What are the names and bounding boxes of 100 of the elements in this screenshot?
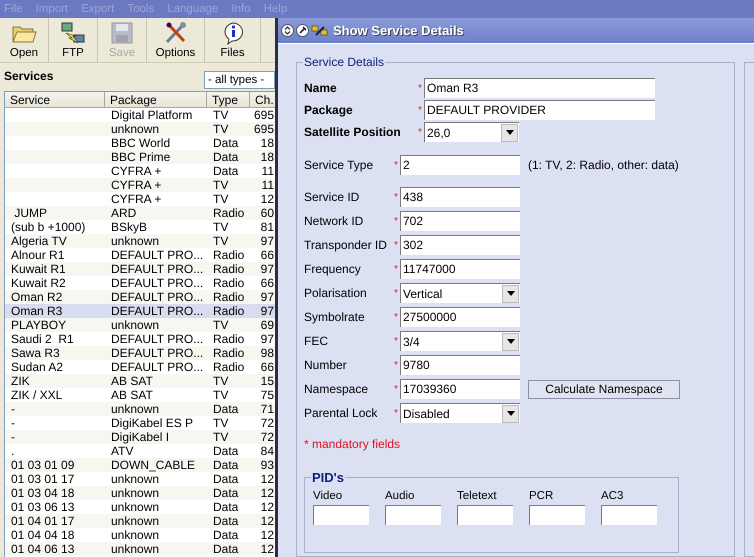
table-cell: 69 (260, 318, 274, 332)
input-field[interactable]: 9780 (400, 355, 520, 375)
table-cell: 18 (260, 136, 274, 150)
table-cell: TV (213, 374, 228, 388)
table-cell: 695 (254, 108, 274, 122)
table-cell: 01 03 04 18 (11, 486, 74, 500)
input-field[interactable] (529, 505, 585, 525)
dialog-title: Show Service Details (333, 23, 464, 38)
table-cell: ZIK (11, 374, 30, 388)
required-mark: * (418, 126, 423, 138)
table-cell: Data (213, 514, 238, 528)
field-label: Package (304, 103, 354, 117)
table-cell: Alnour R1 (11, 248, 64, 262)
table-cell: 60 (260, 206, 274, 220)
required-mark: * (394, 240, 399, 250)
table-cell: unknown (111, 500, 160, 514)
table-cell: Data (213, 500, 238, 514)
input-field[interactable]: Oman R3 (424, 78, 655, 98)
input-field[interactable] (313, 505, 369, 525)
toolbar-button[interactable]: Options (147, 18, 205, 62)
table-cell: Data (213, 150, 238, 164)
required-mark: * (394, 336, 399, 346)
dropdown[interactable]: Disabled (400, 403, 520, 423)
table-cell: 12 (260, 192, 274, 206)
input-field[interactable]: 438 (400, 187, 520, 207)
table-cell: TV (213, 416, 228, 430)
table-cell: 66 (260, 360, 274, 374)
table-cell: DEFAULT PRO... (111, 346, 204, 360)
toolbar-button[interactable]: Files (205, 18, 261, 62)
table-cell: DigiKabel I (111, 430, 170, 444)
table-cell: Radio (213, 276, 244, 290)
table-cell: CYFRA + (111, 178, 162, 192)
input-field[interactable]: 2 (400, 155, 520, 175)
input-field[interactable]: 702 (400, 211, 520, 231)
table-cell: Kuwait R1 (11, 262, 66, 276)
required-mark: * (394, 288, 399, 298)
field-label: Number (304, 358, 348, 372)
table-cell: Data (213, 136, 238, 150)
table-cell: Data (213, 402, 238, 416)
table-cell: 12 (260, 528, 274, 542)
table-cell: Kuwait R2 (11, 276, 66, 290)
input-field[interactable]: DEFAULT PROVIDER (424, 100, 655, 120)
table-cell: AB SAT (111, 388, 153, 402)
collapse-icon[interactable] (281, 24, 294, 37)
table-cell: 12 (260, 500, 274, 514)
table-cell: Radio (213, 290, 244, 304)
toolbar-button[interactable]: Open (0, 18, 49, 62)
required-mark: * (418, 104, 423, 116)
type-filter-dropdown[interactable]: - all types - (204, 71, 275, 89)
table-cell: 11 (262, 178, 274, 192)
toolbar-button[interactable]: FTP (49, 18, 98, 62)
table-cell: 12 (260, 486, 274, 500)
field-label: Frequency (304, 262, 362, 276)
input-field[interactable] (601, 505, 657, 525)
table-cell: 15 (260, 374, 274, 388)
input-field[interactable]: 302 (400, 235, 520, 255)
table-cell: unknown (111, 528, 160, 542)
calculate-button[interactable]: Calculate Namespace (528, 380, 680, 398)
column-header[interactable]: Package (105, 92, 207, 108)
field-label: Symbolrate (304, 310, 366, 324)
field-label: AC3 (601, 490, 624, 502)
required-mark: * (394, 216, 399, 226)
table-cell: Algeria TV (11, 234, 67, 248)
field-label: FEC (304, 334, 329, 348)
table-cell: Data (213, 164, 238, 178)
field-label: Service ID (304, 190, 360, 204)
input-field[interactable] (385, 505, 441, 525)
table-cell: 93 (260, 458, 274, 472)
required-mark: * (418, 82, 423, 94)
table-cell: 98 (260, 346, 274, 360)
input-field[interactable]: 17039360 (400, 379, 520, 399)
required-mark: * (394, 408, 399, 418)
table-cell: 97 (260, 234, 274, 248)
table-cell: unknown (111, 402, 160, 416)
table-cell: TV (213, 234, 228, 248)
required-mark: * (394, 384, 399, 394)
pin-icon[interactable] (296, 24, 309, 37)
table-cell: - (11, 416, 15, 430)
table-cell: Radio (213, 332, 244, 346)
field-label: Service Type (304, 158, 374, 172)
dropdown[interactable]: 26,0 (424, 122, 519, 142)
table-cell: 71 (260, 402, 274, 416)
input-field[interactable]: 27500000 (400, 307, 520, 327)
input-field[interactable] (457, 505, 513, 525)
table-cell: Radio (213, 248, 244, 262)
dropdown[interactable]: Vertical (400, 283, 520, 303)
field-label: Transponder ID (304, 238, 388, 252)
table-cell: Data (213, 458, 238, 472)
table-cell: 01 04 01 17 (11, 514, 74, 528)
table-cell: TV (213, 192, 228, 206)
table-cell: 01 03 01 09 (11, 458, 74, 472)
required-mark: * (394, 312, 399, 322)
column-header[interactable]: Service (5, 92, 105, 108)
table-cell-text: JUMP (13, 206, 47, 220)
table-cell: Data (213, 486, 238, 500)
dropdown[interactable]: 3/4 (400, 331, 520, 351)
table-cell: Sudan A2 (11, 360, 64, 374)
table-cell: ATV (111, 444, 134, 458)
column-header[interactable]: Type (207, 92, 250, 108)
input-field[interactable]: 11747000 (400, 259, 520, 279)
